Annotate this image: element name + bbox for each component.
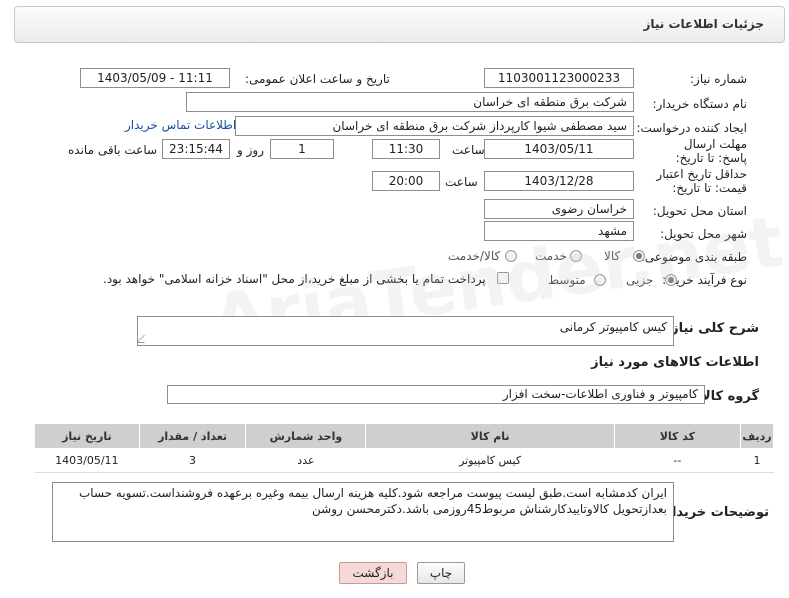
reply-days-label: روز و (237, 143, 264, 157)
description-label: شرح کلی نیاز: (665, 321, 759, 336)
reply-time-field: 11:30 (372, 139, 440, 159)
col-header-code: کد کالا (613, 423, 741, 449)
cell-qty: 3 (139, 448, 246, 473)
page-title: جزئیات اطلاعات نیاز (643, 17, 764, 31)
purchase-medium-radio[interactable] (594, 274, 606, 286)
category-both-label: کالا/خدمت (448, 249, 501, 263)
announce-label: تاریخ و ساعت اعلان عمومی: (245, 72, 390, 86)
announce-field: 1403/05/09 - 11:11 (80, 68, 230, 88)
province-field: خراسان رضوی (484, 199, 634, 219)
requester-label: ایجاد کننده درخواست: (636, 121, 747, 135)
col-header-date: تاریخ نیاز (34, 423, 140, 449)
category-service-radio[interactable] (570, 250, 582, 262)
goods-group-field: کامپیوتر و فناوری اطلاعات-سخت افزار (167, 385, 705, 404)
purchase-minor-radio[interactable] (665, 274, 677, 286)
buyer-notes-label: توضیحات خریدار: (659, 505, 769, 520)
buyer-org-label: نام دستگاه خریدار: (652, 97, 748, 111)
goods-group-label: گروه کالا: (695, 389, 759, 404)
category-label: طبقه بندی موضوعی: (640, 250, 747, 264)
province-label: استان محل تحویل: (652, 204, 747, 218)
remaining-time-field: 23:15:44 (162, 139, 230, 159)
purchase-medium-label: متوسط (548, 273, 586, 287)
category-goods-label: کالا (604, 249, 621, 263)
col-header-row: ردیف (739, 423, 775, 449)
cell-name: کیس کامپیوتر (365, 448, 615, 473)
city-label: شهر محل تحویل: (660, 227, 747, 241)
reply-deadline-label: مهلت ارسال پاسخ: تا تاریخ: (675, 137, 747, 165)
cell-unit: عدد (245, 448, 366, 473)
price-validity-time-field: 20:00 (372, 171, 440, 191)
category-service-label: خدمت (535, 249, 567, 263)
requester-field: سید مصطفی شیوا کارپرداز شرکت برق منطقه ا… (235, 116, 634, 136)
table-row: 1 -- کیس کامپیوتر عدد 3 1403/05/11 (34, 448, 774, 473)
col-header-name: نام کالا (365, 423, 615, 449)
print-button[interactable]: چاپ (417, 562, 465, 584)
category-goods-radio[interactable] (633, 250, 645, 262)
need-number-field: 1103001123000233 (484, 68, 634, 88)
treasury-payment-checkbox[interactable] (497, 272, 509, 284)
city-field: مشهد (484, 221, 634, 241)
back-button[interactable]: بازگشت (339, 562, 407, 584)
cell-date: 1403/05/11 (34, 448, 140, 473)
purchase-minor-label: جزیی (626, 273, 654, 287)
goods-table: ردیف کد کالا نام کالا واحد شمارش تعداد /… (34, 423, 775, 473)
description-text: کیس کامپیوتر کرمانی (559, 320, 667, 334)
reply-time-label: ساعت (452, 143, 485, 157)
buyer-contact-link[interactable]: اطلاعات تماس خریدار (125, 118, 236, 132)
buyer-notes-textarea[interactable]: ایران کدمشابه است.طبق لیست پیوست مراجعه … (52, 482, 674, 542)
resize-grip-icon[interactable] (138, 335, 152, 343)
cell-row: 1 (740, 448, 774, 473)
price-validity-time-label: ساعت (445, 175, 478, 189)
reply-date-field: 1403/05/11 (484, 139, 634, 159)
col-header-unit: واحد شمارش (245, 423, 367, 449)
need-number-label: شماره نیاز: (690, 72, 747, 86)
treasury-payment-note: پرداخت تمام یا بخشی از مبلغ خرید،از محل … (103, 272, 486, 286)
category-both-radio[interactable] (505, 250, 517, 262)
remaining-time-label: ساعت باقی مانده (68, 143, 158, 157)
price-validity-label: حداقل تاریخ اعتبار قیمت: تا تاریخ: (656, 167, 747, 195)
buyer-org-field: شرکت برق منطقه ای خراسان (186, 92, 634, 112)
col-header-qty: تعداد / مقدار (138, 423, 247, 449)
buyer-notes-text: ایران کدمشابه است.طبق لیست پیوست مراجعه … (79, 486, 667, 516)
header-panel: جزئیات اطلاعات نیاز (14, 6, 785, 43)
description-textarea[interactable]: کیس کامپیوتر کرمانی (137, 316, 674, 346)
goods-section-title: اطلاعات کالاهای مورد نیاز (591, 355, 759, 370)
cell-code: -- (614, 448, 741, 473)
reply-days-field: 1 (270, 139, 334, 159)
price-validity-date-field: 1403/12/28 (484, 171, 634, 191)
